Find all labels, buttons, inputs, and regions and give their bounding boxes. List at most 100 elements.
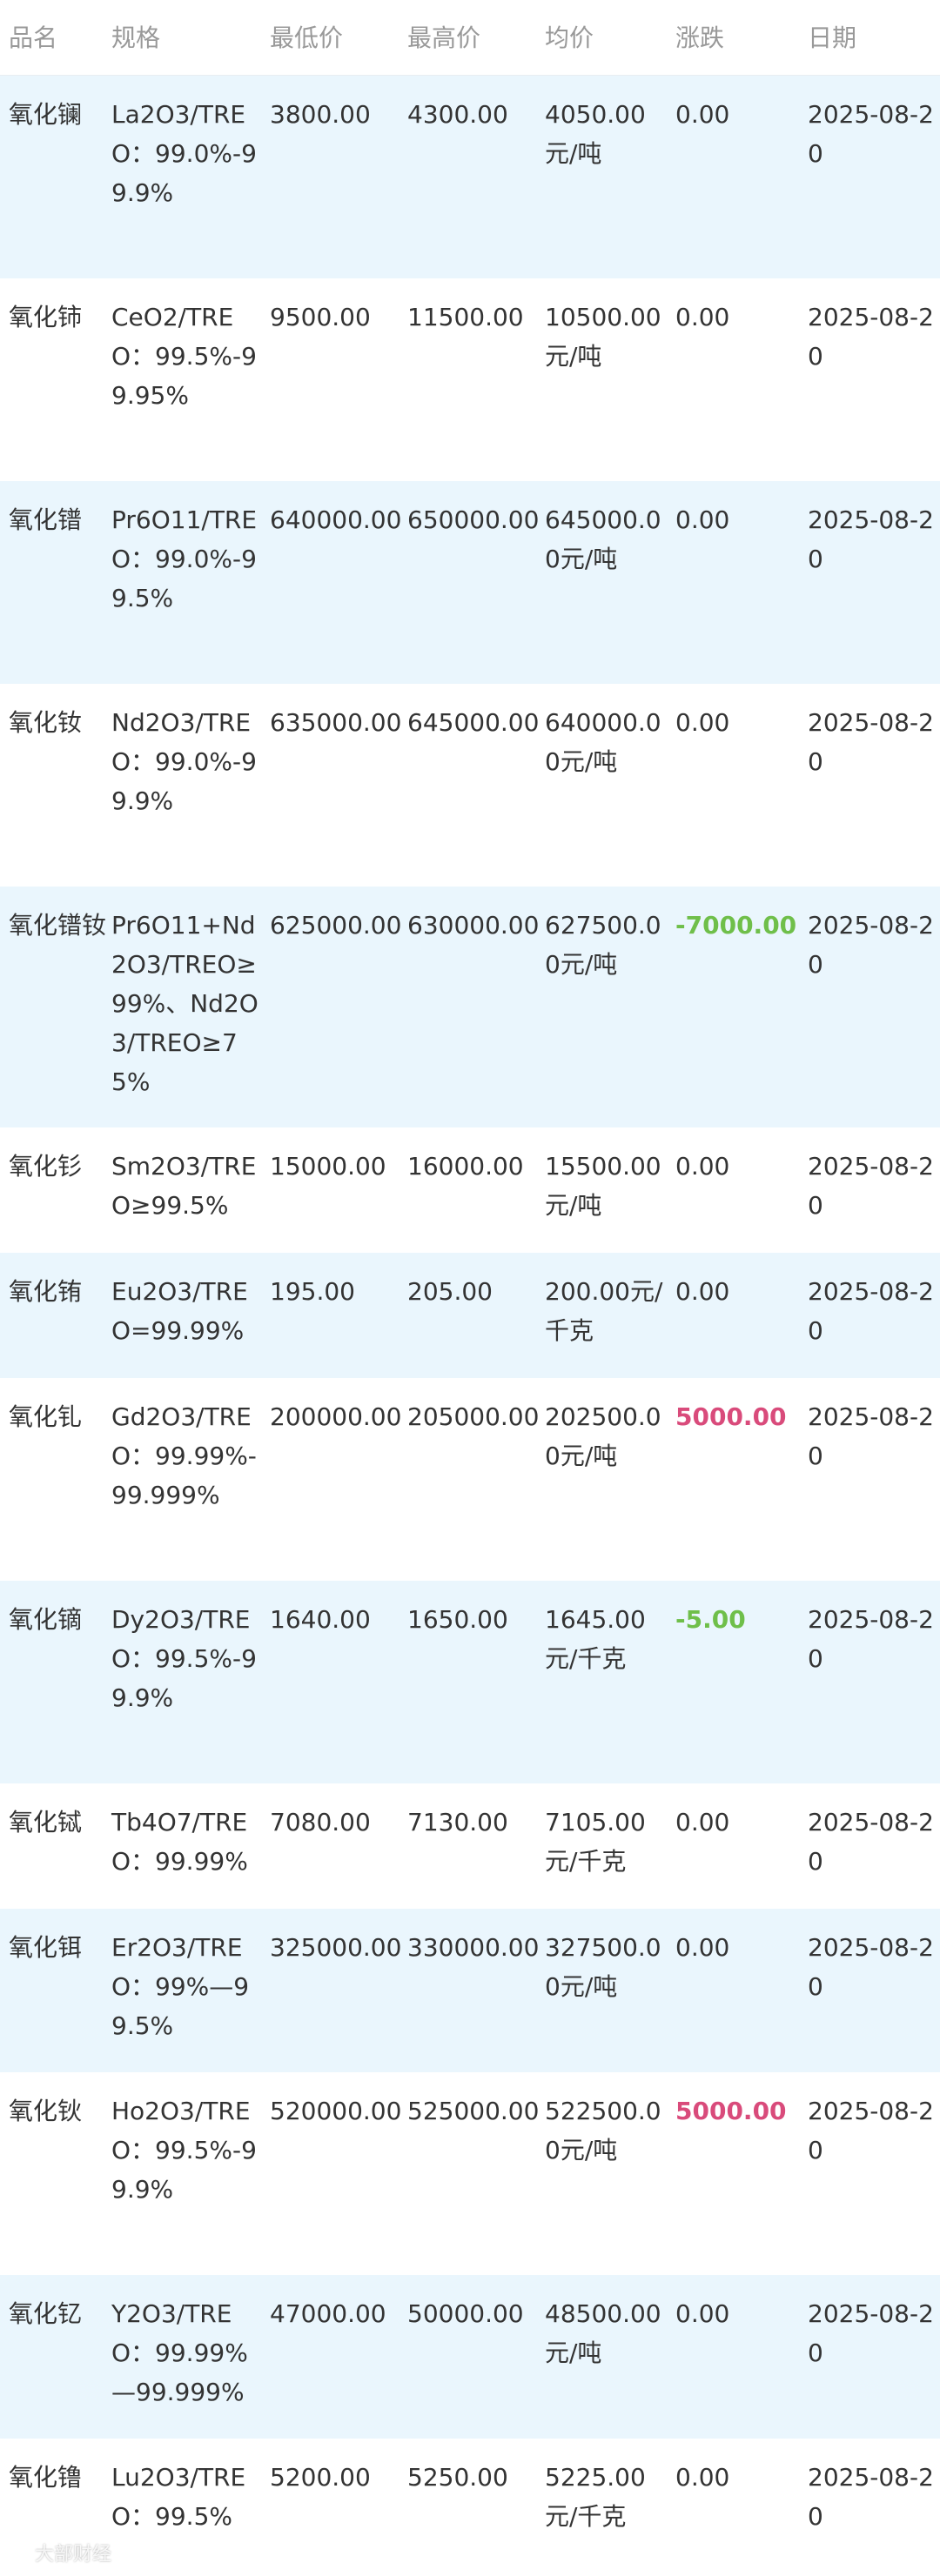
cell-change: -7000.00	[675, 910, 797, 940]
cell-date: 2025-08-20	[808, 505, 934, 573]
table-row[interactable]: 氧化镧 La2O3/TREO：99.0%-99.9% 3800.00 4300.00 4…	[0, 75, 940, 278]
cell-date: 2025-08-20	[808, 1932, 934, 2001]
cell-low-price: 325000.00	[270, 1932, 402, 1962]
cell-name: 氧化铽	[9, 1807, 83, 1837]
cell-avg-price: 48500.00元/吨	[545, 2298, 661, 2367]
cell-name: 氧化钕	[9, 707, 83, 737]
cell-spec: Y2O3/TREO：99.99%—99.999%	[111, 2298, 248, 2406]
cell-avg-price: 200.00元/千克	[545, 1276, 663, 1345]
cell-high-price: 4300.00	[407, 100, 508, 129]
cell-change: 5000.00	[675, 2096, 787, 2125]
cell-avg-price: 15500.00元/吨	[545, 1151, 661, 1220]
cell-low-price: 640000.00	[270, 505, 402, 534]
weibo-logo-icon	[9, 2545, 30, 2566]
cell-high-price: 1650.00	[407, 1604, 508, 1634]
cell-low-price: 520000.00	[270, 2096, 402, 2125]
cell-spec: Sm2O3/TREO≥99.5%	[111, 1151, 257, 1220]
table-row[interactable]: 氧化铒 Er2O3/TREO：99%—99.5% 325000.00 330000.0…	[0, 1908, 940, 2072]
header-name: 品名	[0, 0, 111, 76]
cell-high-price: 7130.00	[407, 1807, 508, 1837]
table-row[interactable]: 氧化钬 Ho2O3/TREO：99.5%-99.9% 520000.00 525000…	[0, 2071, 940, 2275]
watermark: 大部财经	[9, 2540, 111, 2570]
cell-name: 氧化铒	[9, 1932, 83, 1962]
cell-spec: Dy2O3/TREO：99.5%-99.9%	[111, 1604, 257, 1712]
cell-low-price: 9500.00	[270, 302, 371, 331]
cell-change: 0.00	[675, 707, 730, 737]
cell-change: -5.00	[675, 1604, 746, 1634]
cell-high-price: 11500.00	[407, 302, 524, 331]
cell-name: 氧化镝	[9, 1604, 83, 1634]
cell-spec: Eu2O3/TREO=99.99%	[111, 1276, 248, 1345]
cell-name: 氧化铈	[9, 302, 83, 331]
table-row[interactable]: 氧化钆 Gd2O3/TREO：99.99%-99.999% 200000.00 205…	[0, 1377, 940, 1581]
table-row[interactable]: 氧化铕 Eu2O3/TREO=99.99% 195.00 205.00 200.00元/…	[0, 1252, 940, 1378]
cell-name: 氧化钆	[9, 1402, 83, 1431]
cell-date: 2025-08-20	[808, 302, 934, 371]
cell-spec: Lu2O3/TREO：99.5%	[111, 2462, 246, 2531]
table-row[interactable]: 氧化镝 Dy2O3/TREO：99.5%-99.9% 1640.00 1650.00 1…	[0, 1580, 940, 1783]
cell-avg-price: 327500.00元/吨	[545, 1932, 661, 2001]
cell-date: 2025-08-20	[808, 1604, 934, 1673]
cell-high-price: 645000.00	[407, 707, 540, 737]
cell-date: 2025-08-20	[808, 1807, 934, 1876]
cell-spec: Er2O3/TREO：99%—99.5%	[111, 1932, 250, 2040]
cell-change: 5000.00	[675, 1402, 787, 1431]
header-spec: 规格	[111, 0, 270, 76]
cell-low-price: 625000.00	[270, 910, 402, 940]
table-row[interactable]: 氧化钕 Nd2O3/TREO：99.0%-99.9% 635000.00 645000…	[0, 683, 940, 887]
cell-low-price: 7080.00	[270, 1807, 371, 1837]
cell-low-price: 15000.00	[270, 1151, 386, 1181]
cell-date: 2025-08-20	[808, 1151, 934, 1220]
cell-low-price: 200000.00	[270, 1402, 402, 1431]
cell-low-price: 5200.00	[270, 2462, 371, 2492]
cell-change: 0.00	[675, 302, 730, 331]
cell-high-price: 525000.00	[407, 2096, 540, 2125]
cell-date: 2025-08-20	[808, 707, 934, 776]
cell-avg-price: 640000.00元/吨	[545, 707, 661, 776]
cell-high-price: 5250.00	[407, 2462, 508, 2492]
cell-name: 氧化钬	[9, 2096, 83, 2125]
cell-name: 氧化钐	[9, 1151, 83, 1181]
cell-date: 2025-08-20	[808, 2462, 934, 2531]
cell-spec: Tb4O7/TREO：99.99%	[111, 1807, 248, 1876]
table-row[interactable]: 氧化铽 Tb4O7/TREO：99.99% 7080.00 7130.00 7105.0…	[0, 1783, 940, 1909]
cell-change: 0.00	[675, 2298, 730, 2328]
table-row[interactable]: 氧化镥 Lu2O3/TREO：99.5% 5200.00 5250.00 5225.00…	[0, 2438, 940, 2552]
cell-name: 氧化钇	[9, 2298, 83, 2328]
cell-spec: CeO2/TREO：99.5%-99.95%	[111, 302, 257, 410]
cell-high-price: 205.00	[407, 1276, 493, 1306]
cell-spec: La2O3/TREO：99.0%-99.9%	[111, 100, 257, 207]
price-table: 品名 规格 最低价 最高价 均价 涨跌 日期 氧化镧 La2O3/TREO：99.…	[0, 0, 940, 2552]
cell-avg-price: 7105.00元/千克	[545, 1807, 646, 1876]
table-row[interactable]: 氧化钇 Y2O3/TREO：99.99%—99.999% 47000.00 50000…	[0, 2274, 940, 2439]
header-avg-price: 均价	[545, 0, 675, 76]
cell-avg-price: 202500.00元/吨	[545, 1402, 661, 1470]
table-row[interactable]: 氧化铈 CeO2/TREO：99.5%-99.95% 9500.00 11500.00…	[0, 278, 940, 481]
cell-high-price: 330000.00	[407, 1932, 540, 1962]
table-row[interactable]: 氧化钐 Sm2O3/TREO≥99.5% 15000.00 16000.00 15500…	[0, 1127, 940, 1253]
cell-name: 氧化镧	[9, 100, 83, 129]
cell-avg-price: 1645.00元/千克	[545, 1604, 646, 1673]
cell-name: 氧化镥	[9, 2462, 83, 2492]
cell-low-price: 195.00	[270, 1276, 355, 1306]
header-change: 涨跌	[675, 0, 808, 76]
cell-name: 氧化镨	[9, 505, 83, 534]
cell-high-price: 650000.00	[407, 505, 540, 534]
cell-date: 2025-08-20	[808, 2298, 934, 2367]
cell-change: 0.00	[675, 1276, 730, 1306]
cell-change: 0.00	[675, 1807, 730, 1837]
cell-high-price: 16000.00	[407, 1151, 524, 1181]
cell-low-price: 47000.00	[270, 2298, 386, 2328]
cell-date: 2025-08-20	[808, 1276, 934, 1345]
cell-avg-price: 627500.00元/吨	[545, 910, 661, 979]
cell-change: 0.00	[675, 2462, 730, 2492]
table-row[interactable]: 氧化镨钕 Pr6O11+Nd2O3/TREO≥99%、Nd2O3/TREO≥75%…	[0, 886, 940, 1127]
cell-name: 氧化铕	[9, 1276, 83, 1306]
table-row[interactable]: 氧化镨 Pr6O11/TREO：99.0%-99.5% 640000.00 65000…	[0, 480, 940, 684]
watermark-text: 大部财经	[35, 2544, 112, 2566]
header-row: 品名 规格 最低价 最高价 均价 涨跌 日期	[0, 0, 940, 76]
cell-low-price: 3800.00	[270, 100, 371, 129]
cell-change: 0.00	[675, 100, 730, 129]
cell-spec: Pr6O11+Nd2O3/TREO≥99%、Nd2O3/TREO≥75%	[111, 910, 258, 1096]
cell-date: 2025-08-20	[808, 1402, 934, 1470]
